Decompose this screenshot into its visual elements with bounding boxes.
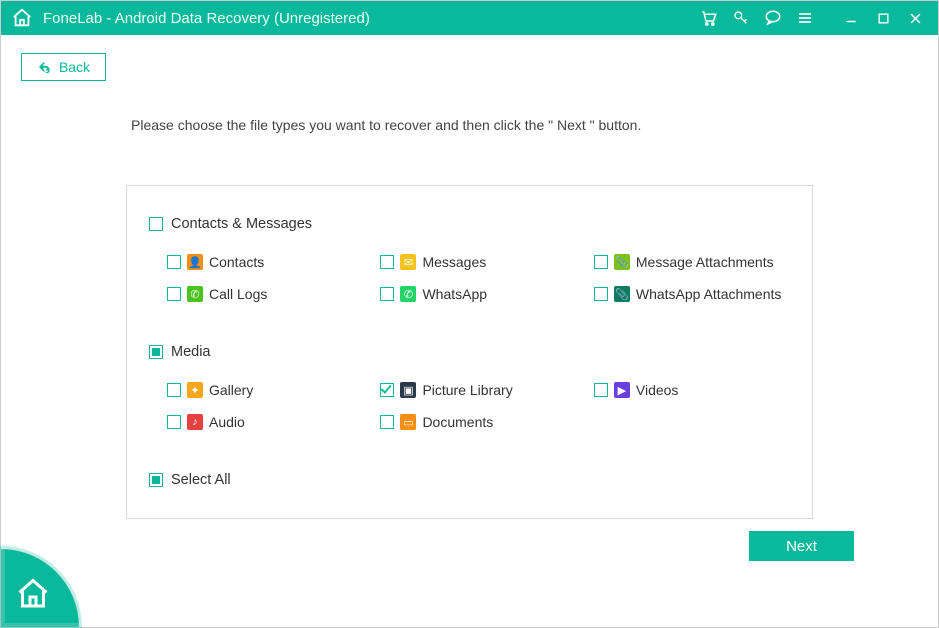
checkbox-wa-attach[interactable] bbox=[594, 287, 608, 301]
select-all-row[interactable]: Select All bbox=[149, 472, 790, 488]
item-gallery[interactable]: ✦ Gallery bbox=[149, 382, 362, 398]
back-label: Back bbox=[59, 59, 90, 75]
audio-icon: ♪ bbox=[187, 414, 203, 430]
gallery-icon: ✦ bbox=[187, 382, 203, 398]
item-label: WhatsApp bbox=[422, 286, 487, 302]
item-message-attachments[interactable]: 📎 Message Attachments bbox=[576, 254, 789, 270]
table-row: ✆ Call Logs ✆ WhatsApp 📎 WhatsApp Attach… bbox=[149, 286, 790, 302]
message-attachments-icon: 📎 bbox=[614, 254, 630, 270]
window-title: FoneLab - Android Data Recovery (Unregis… bbox=[43, 10, 370, 27]
videos-icon: ▶ bbox=[614, 382, 630, 398]
close-icon[interactable] bbox=[906, 9, 924, 27]
file-type-panel: Contacts & Messages 👤 Contacts ✉ Message… bbox=[126, 185, 813, 519]
call-logs-icon: ✆ bbox=[187, 286, 203, 302]
table-row: ✦ Gallery ▣ Picture Library ▶ Videos bbox=[149, 382, 790, 398]
item-label: Videos bbox=[636, 382, 679, 398]
checkbox-contacts[interactable] bbox=[167, 255, 181, 269]
feedback-icon[interactable] bbox=[764, 9, 782, 27]
checkbox-messages[interactable] bbox=[380, 255, 394, 269]
home-button[interactable] bbox=[1, 549, 79, 627]
item-videos[interactable]: ▶ Videos bbox=[576, 382, 789, 398]
minimize-icon[interactable] bbox=[842, 9, 860, 27]
checkbox-audio[interactable] bbox=[167, 415, 181, 429]
item-label: Call Logs bbox=[209, 286, 267, 302]
next-button[interactable]: Next bbox=[749, 531, 854, 561]
maximize-icon[interactable] bbox=[874, 9, 892, 27]
item-picture-library[interactable]: ▣ Picture Library bbox=[362, 382, 575, 398]
item-messages[interactable]: ✉ Messages bbox=[362, 254, 575, 270]
section-title-media: Media bbox=[171, 344, 211, 360]
checkbox-select-all[interactable] bbox=[149, 473, 163, 487]
item-whatsapp[interactable]: ✆ WhatsApp bbox=[362, 286, 575, 302]
item-call-logs[interactable]: ✆ Call Logs bbox=[149, 286, 362, 302]
key-icon[interactable] bbox=[732, 9, 750, 27]
item-label: Picture Library bbox=[422, 382, 512, 398]
checkbox-whatsapp[interactable] bbox=[380, 287, 394, 301]
item-audio[interactable]: ♪ Audio bbox=[149, 414, 362, 430]
checkbox-documents[interactable] bbox=[380, 415, 394, 429]
titlebar-icons bbox=[700, 9, 924, 27]
menu-icon[interactable] bbox=[796, 9, 814, 27]
item-contacts[interactable]: 👤 Contacts bbox=[149, 254, 362, 270]
instruction-text: Please choose the file types you want to… bbox=[131, 117, 918, 133]
titlebar: FoneLab - Android Data Recovery (Unregis… bbox=[1, 1, 938, 35]
item-label: Audio bbox=[209, 414, 245, 430]
item-label: Message Attachments bbox=[636, 254, 774, 270]
item-label: Documents bbox=[422, 414, 493, 430]
checkbox-call-logs[interactable] bbox=[167, 287, 181, 301]
messages-icon: ✉ bbox=[400, 254, 416, 270]
item-label: Gallery bbox=[209, 382, 253, 398]
item-whatsapp-attachments[interactable]: 📎 WhatsApp Attachments bbox=[576, 286, 789, 302]
section-header-contacts[interactable]: Contacts & Messages bbox=[149, 216, 790, 232]
whatsapp-icon: ✆ bbox=[400, 286, 416, 302]
checkbox-contacts-header[interactable] bbox=[149, 217, 163, 231]
documents-icon: ▭ bbox=[400, 414, 416, 430]
section-title-contacts: Contacts & Messages bbox=[171, 216, 312, 232]
item-label: Contacts bbox=[209, 254, 264, 270]
checkbox-msg-attach[interactable] bbox=[594, 255, 608, 269]
checkbox-media-header[interactable] bbox=[149, 345, 163, 359]
item-label: Messages bbox=[422, 254, 486, 270]
checkbox-picture-library[interactable] bbox=[380, 383, 394, 397]
table-row: 👤 Contacts ✉ Messages 📎 Message Attachme… bbox=[149, 254, 790, 270]
item-label: WhatsApp Attachments bbox=[636, 286, 782, 302]
item-documents[interactable]: ▭ Documents bbox=[362, 414, 575, 430]
back-button[interactable]: Back bbox=[21, 53, 106, 81]
checkbox-videos[interactable] bbox=[594, 383, 608, 397]
section-header-media[interactable]: Media bbox=[149, 344, 790, 360]
table-row: ♪ Audio ▭ Documents bbox=[149, 414, 790, 430]
picture-library-icon: ▣ bbox=[400, 382, 416, 398]
contacts-icon: 👤 bbox=[187, 254, 203, 270]
cart-icon[interactable] bbox=[700, 9, 718, 27]
whatsapp-attachments-icon: 📎 bbox=[614, 286, 630, 302]
home-icon bbox=[15, 576, 51, 612]
content-area: Back Please choose the file types you wa… bbox=[1, 53, 938, 519]
select-all-label: Select All bbox=[171, 472, 231, 488]
app-logo-icon bbox=[11, 7, 33, 29]
checkbox-gallery[interactable] bbox=[167, 383, 181, 397]
back-arrow-icon bbox=[37, 61, 51, 73]
